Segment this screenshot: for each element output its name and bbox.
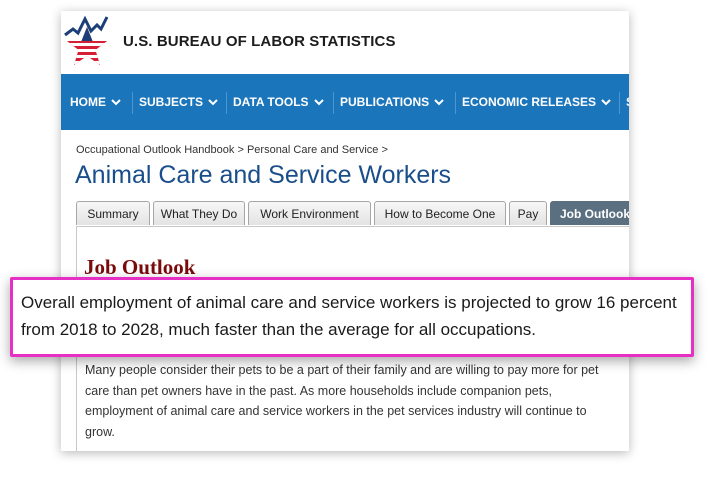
bls-star-logo-icon[interactable]	[61, 13, 113, 71]
nav-divider	[619, 92, 620, 114]
page-title: Animal Care and Service Workers	[75, 161, 452, 189]
breadcrumb-separator: >	[237, 144, 244, 156]
nav-more[interactable]: S	[626, 74, 629, 130]
breadcrumb-link[interactable]: Personal Care and Service	[247, 144, 378, 156]
nav-publications[interactable]: PUBLICATIONS	[340, 74, 444, 130]
nav-data-tools[interactable]: DATA TOOLS	[233, 74, 324, 130]
nav-label: HOME	[70, 95, 106, 109]
nav-divider	[132, 92, 133, 114]
tab-job-outlook[interactable]: Job Outlook	[550, 201, 629, 225]
chevron-down-icon	[434, 98, 444, 105]
nav-label: ECONOMIC RELEASES	[462, 95, 597, 109]
chevron-down-icon	[313, 98, 324, 105]
tab-pay[interactable]: Pay	[509, 201, 547, 225]
page-card: U.S. BUREAU OF LABOR STATISTICS HOME SUB…	[61, 11, 629, 451]
highlight-callout: Overall employment of animal care and se…	[10, 277, 694, 357]
nav-label: S	[626, 95, 629, 109]
site-header: U.S. BUREAU OF LABOR STATISTICS	[61, 11, 629, 74]
body-paragraph: Many people consider their pets to be a …	[85, 363, 599, 439]
nav-economic-releases[interactable]: ECONOMIC RELEASES	[462, 74, 611, 130]
site-title[interactable]: U.S. BUREAU OF LABOR STATISTICS	[123, 33, 396, 50]
tab-how-to-become-one[interactable]: How to Become One	[374, 201, 506, 225]
nav-divider	[226, 92, 227, 114]
nav-divider	[333, 92, 334, 114]
main-nav: HOME SUBJECTS DATA TOOLS PUBLICATIONS EC…	[61, 74, 629, 130]
nav-home[interactable]: HOME	[70, 74, 121, 130]
chevron-down-icon	[208, 98, 218, 105]
chevron-down-icon	[601, 98, 611, 105]
breadcrumb-link[interactable]: Occupational Outlook Handbook	[76, 144, 234, 156]
nav-label: DATA TOOLS	[233, 95, 309, 109]
callout-text: Overall employment of animal care and se…	[21, 293, 677, 339]
breadcrumb: Occupational Outlook Handbook > Personal…	[76, 144, 388, 156]
tab-what-they-do[interactable]: What They Do	[153, 201, 245, 225]
tab-summary[interactable]: Summary	[76, 201, 150, 225]
nav-divider	[455, 92, 456, 114]
breadcrumb-separator: >	[381, 144, 388, 156]
nav-subjects[interactable]: SUBJECTS	[139, 74, 218, 130]
chevron-down-icon	[111, 98, 121, 105]
nav-label: SUBJECTS	[139, 95, 204, 109]
tab-work-environment[interactable]: Work Environment	[248, 201, 371, 225]
nav-label: PUBLICATIONS	[340, 95, 430, 109]
